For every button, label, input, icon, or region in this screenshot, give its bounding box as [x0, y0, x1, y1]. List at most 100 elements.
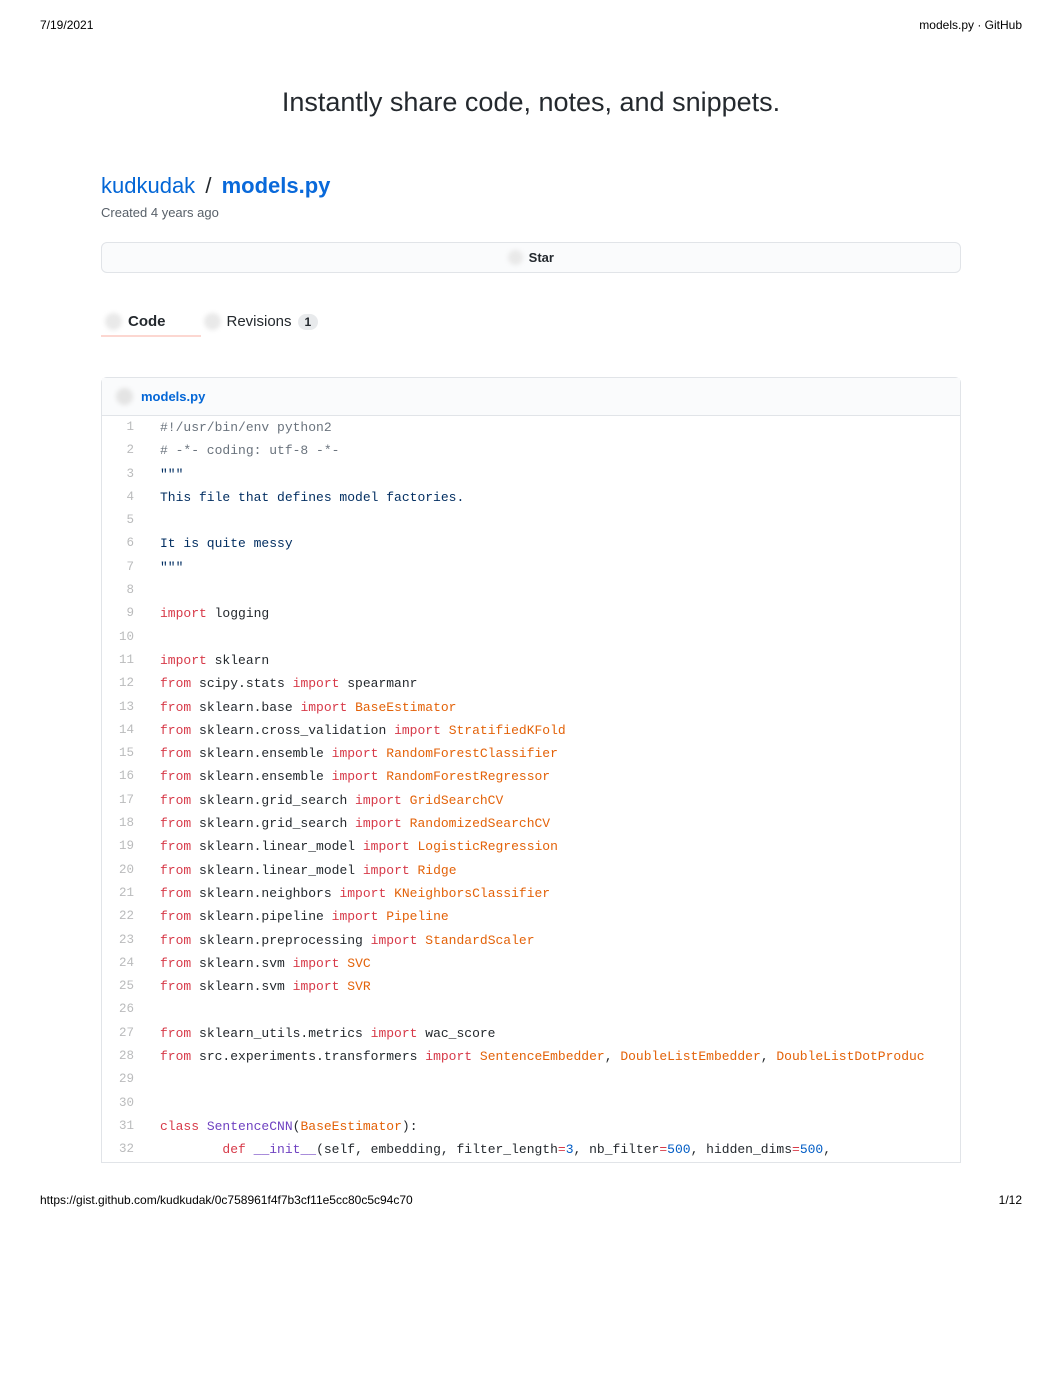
line-number[interactable]: 4: [102, 486, 146, 509]
file-box: models.py 1#!/usr/bin/env python22# -*- …: [101, 377, 961, 1163]
line-number[interactable]: 15: [102, 742, 146, 765]
code-cell: from sklearn.grid_search import GridSear…: [146, 789, 960, 812]
code-row: 26: [102, 998, 960, 1021]
print-footer: https://gist.github.com/kudkudak/0c75896…: [0, 1163, 1062, 1227]
line-number[interactable]: 16: [102, 765, 146, 788]
code-cell: [146, 1092, 960, 1115]
revisions-icon: [204, 313, 221, 330]
code-cell: It is quite messy: [146, 532, 960, 555]
code-row: 18from sklearn.grid_search import Random…: [102, 812, 960, 835]
code-row: 4This file that defines model factories.: [102, 486, 960, 509]
code-cell: from sklearn.ensemble import RandomFores…: [146, 742, 960, 765]
print-date: 7/19/2021: [40, 18, 93, 32]
tab-code[interactable]: Code: [101, 307, 170, 336]
gist-file-link[interactable]: models.py: [222, 173, 331, 198]
code-row: 22from sklearn.pipeline import Pipeline: [102, 905, 960, 928]
code-cell: from sklearn_utils.metrics import wac_sc…: [146, 1022, 960, 1045]
line-number[interactable]: 13: [102, 696, 146, 719]
footer-url: https://gist.github.com/kudkudak/0c75896…: [40, 1193, 413, 1207]
code-cell: [146, 579, 960, 602]
code-cell: This file that defines model factories.: [146, 486, 960, 509]
code-row: 30: [102, 1092, 960, 1115]
code-row: 14from sklearn.cross_validation import S…: [102, 719, 960, 742]
file-header: models.py: [102, 378, 960, 416]
code-cell: from sklearn.base import BaseEstimator: [146, 696, 960, 719]
code-row: 19from sklearn.linear_model import Logis…: [102, 835, 960, 858]
file-name-link[interactable]: models.py: [141, 389, 205, 404]
code-row: 25from sklearn.svm import SVR: [102, 975, 960, 998]
code-cell: from sklearn.svm import SVC: [146, 952, 960, 975]
code-cell: # -*- coding: utf-8 -*-: [146, 439, 960, 462]
code-row: 23from sklearn.preprocessing import Stan…: [102, 929, 960, 952]
line-number[interactable]: 18: [102, 812, 146, 835]
code-row: 10: [102, 626, 960, 649]
line-number[interactable]: 10: [102, 626, 146, 649]
line-number[interactable]: 26: [102, 998, 146, 1021]
line-number[interactable]: 9: [102, 602, 146, 625]
tabs: Code Revisions 1: [101, 307, 961, 337]
code-row: 7""": [102, 556, 960, 579]
code-row: 6It is quite messy: [102, 532, 960, 555]
line-number[interactable]: 22: [102, 905, 146, 928]
star-button[interactable]: Star: [101, 242, 961, 273]
line-number[interactable]: 2: [102, 439, 146, 462]
code-cell: from sklearn.ensemble import RandomFores…: [146, 765, 960, 788]
revisions-count: 1: [298, 314, 319, 330]
line-number[interactable]: 21: [102, 882, 146, 905]
line-number[interactable]: 20: [102, 859, 146, 882]
star-label: Star: [529, 250, 554, 265]
code-cell: def __init__(self, embedding, filter_len…: [146, 1138, 960, 1161]
tab-code-label: Code: [128, 313, 166, 330]
line-number[interactable]: 14: [102, 719, 146, 742]
code-row: 27from sklearn_utils.metrics import wac_…: [102, 1022, 960, 1045]
code-cell: from sklearn.grid_search import Randomiz…: [146, 812, 960, 835]
line-number[interactable]: 28: [102, 1045, 146, 1068]
line-number[interactable]: 17: [102, 789, 146, 812]
code-row: 11import sklearn: [102, 649, 960, 672]
line-number[interactable]: 23: [102, 929, 146, 952]
code-row: 15from sklearn.ensemble import RandomFor…: [102, 742, 960, 765]
line-number[interactable]: 29: [102, 1068, 146, 1091]
line-number[interactable]: 32: [102, 1138, 146, 1161]
code-table: 1#!/usr/bin/env python22# -*- coding: ut…: [102, 416, 960, 1162]
code-row: 13from sklearn.base import BaseEstimator: [102, 696, 960, 719]
code-cell: from scipy.stats import spearmanr: [146, 672, 960, 695]
line-number[interactable]: 8: [102, 579, 146, 602]
code-row: 16from sklearn.ensemble import RandomFor…: [102, 765, 960, 788]
line-number[interactable]: 24: [102, 952, 146, 975]
line-number[interactable]: 27: [102, 1022, 146, 1045]
footer-page: 1/12: [999, 1193, 1022, 1207]
code-cell: from sklearn.linear_model import Logisti…: [146, 835, 960, 858]
line-number[interactable]: 1: [102, 416, 146, 439]
tagline: Instantly share code, notes, and snippet…: [101, 87, 961, 118]
code-row: 3""": [102, 463, 960, 486]
line-number[interactable]: 30: [102, 1092, 146, 1115]
code-row: 24from sklearn.svm import SVC: [102, 952, 960, 975]
code-row: 20from sklearn.linear_model import Ridge: [102, 859, 960, 882]
line-number[interactable]: 5: [102, 509, 146, 532]
code-icon: [105, 313, 122, 330]
code-row: 2# -*- coding: utf-8 -*-: [102, 439, 960, 462]
code-row: 32 def __init__(self, embedding, filter_…: [102, 1138, 960, 1161]
tab-revisions[interactable]: Revisions 1: [200, 307, 323, 336]
line-number[interactable]: 7: [102, 556, 146, 579]
line-number[interactable]: 31: [102, 1115, 146, 1138]
line-number[interactable]: 12: [102, 672, 146, 695]
code-cell: from sklearn.pipeline import Pipeline: [146, 905, 960, 928]
line-number[interactable]: 11: [102, 649, 146, 672]
code-cell: [146, 509, 960, 532]
code-cell: from sklearn.neighbors import KNeighbors…: [146, 882, 960, 905]
print-title: models.py · GitHub: [919, 18, 1022, 32]
code-row: 28from src.experiments.transformers impo…: [102, 1045, 960, 1068]
line-number[interactable]: 19: [102, 835, 146, 858]
code-row: 8: [102, 579, 960, 602]
line-number[interactable]: 3: [102, 463, 146, 486]
line-number[interactable]: 25: [102, 975, 146, 998]
author-link[interactable]: kudkudak: [101, 173, 195, 198]
code-cell: from sklearn.svm import SVR: [146, 975, 960, 998]
slash: /: [205, 173, 211, 198]
line-number[interactable]: 6: [102, 532, 146, 555]
code-row: 17from sklearn.grid_search import GridSe…: [102, 789, 960, 812]
code-cell: [146, 1068, 960, 1091]
tab-revisions-label: Revisions: [227, 313, 292, 330]
